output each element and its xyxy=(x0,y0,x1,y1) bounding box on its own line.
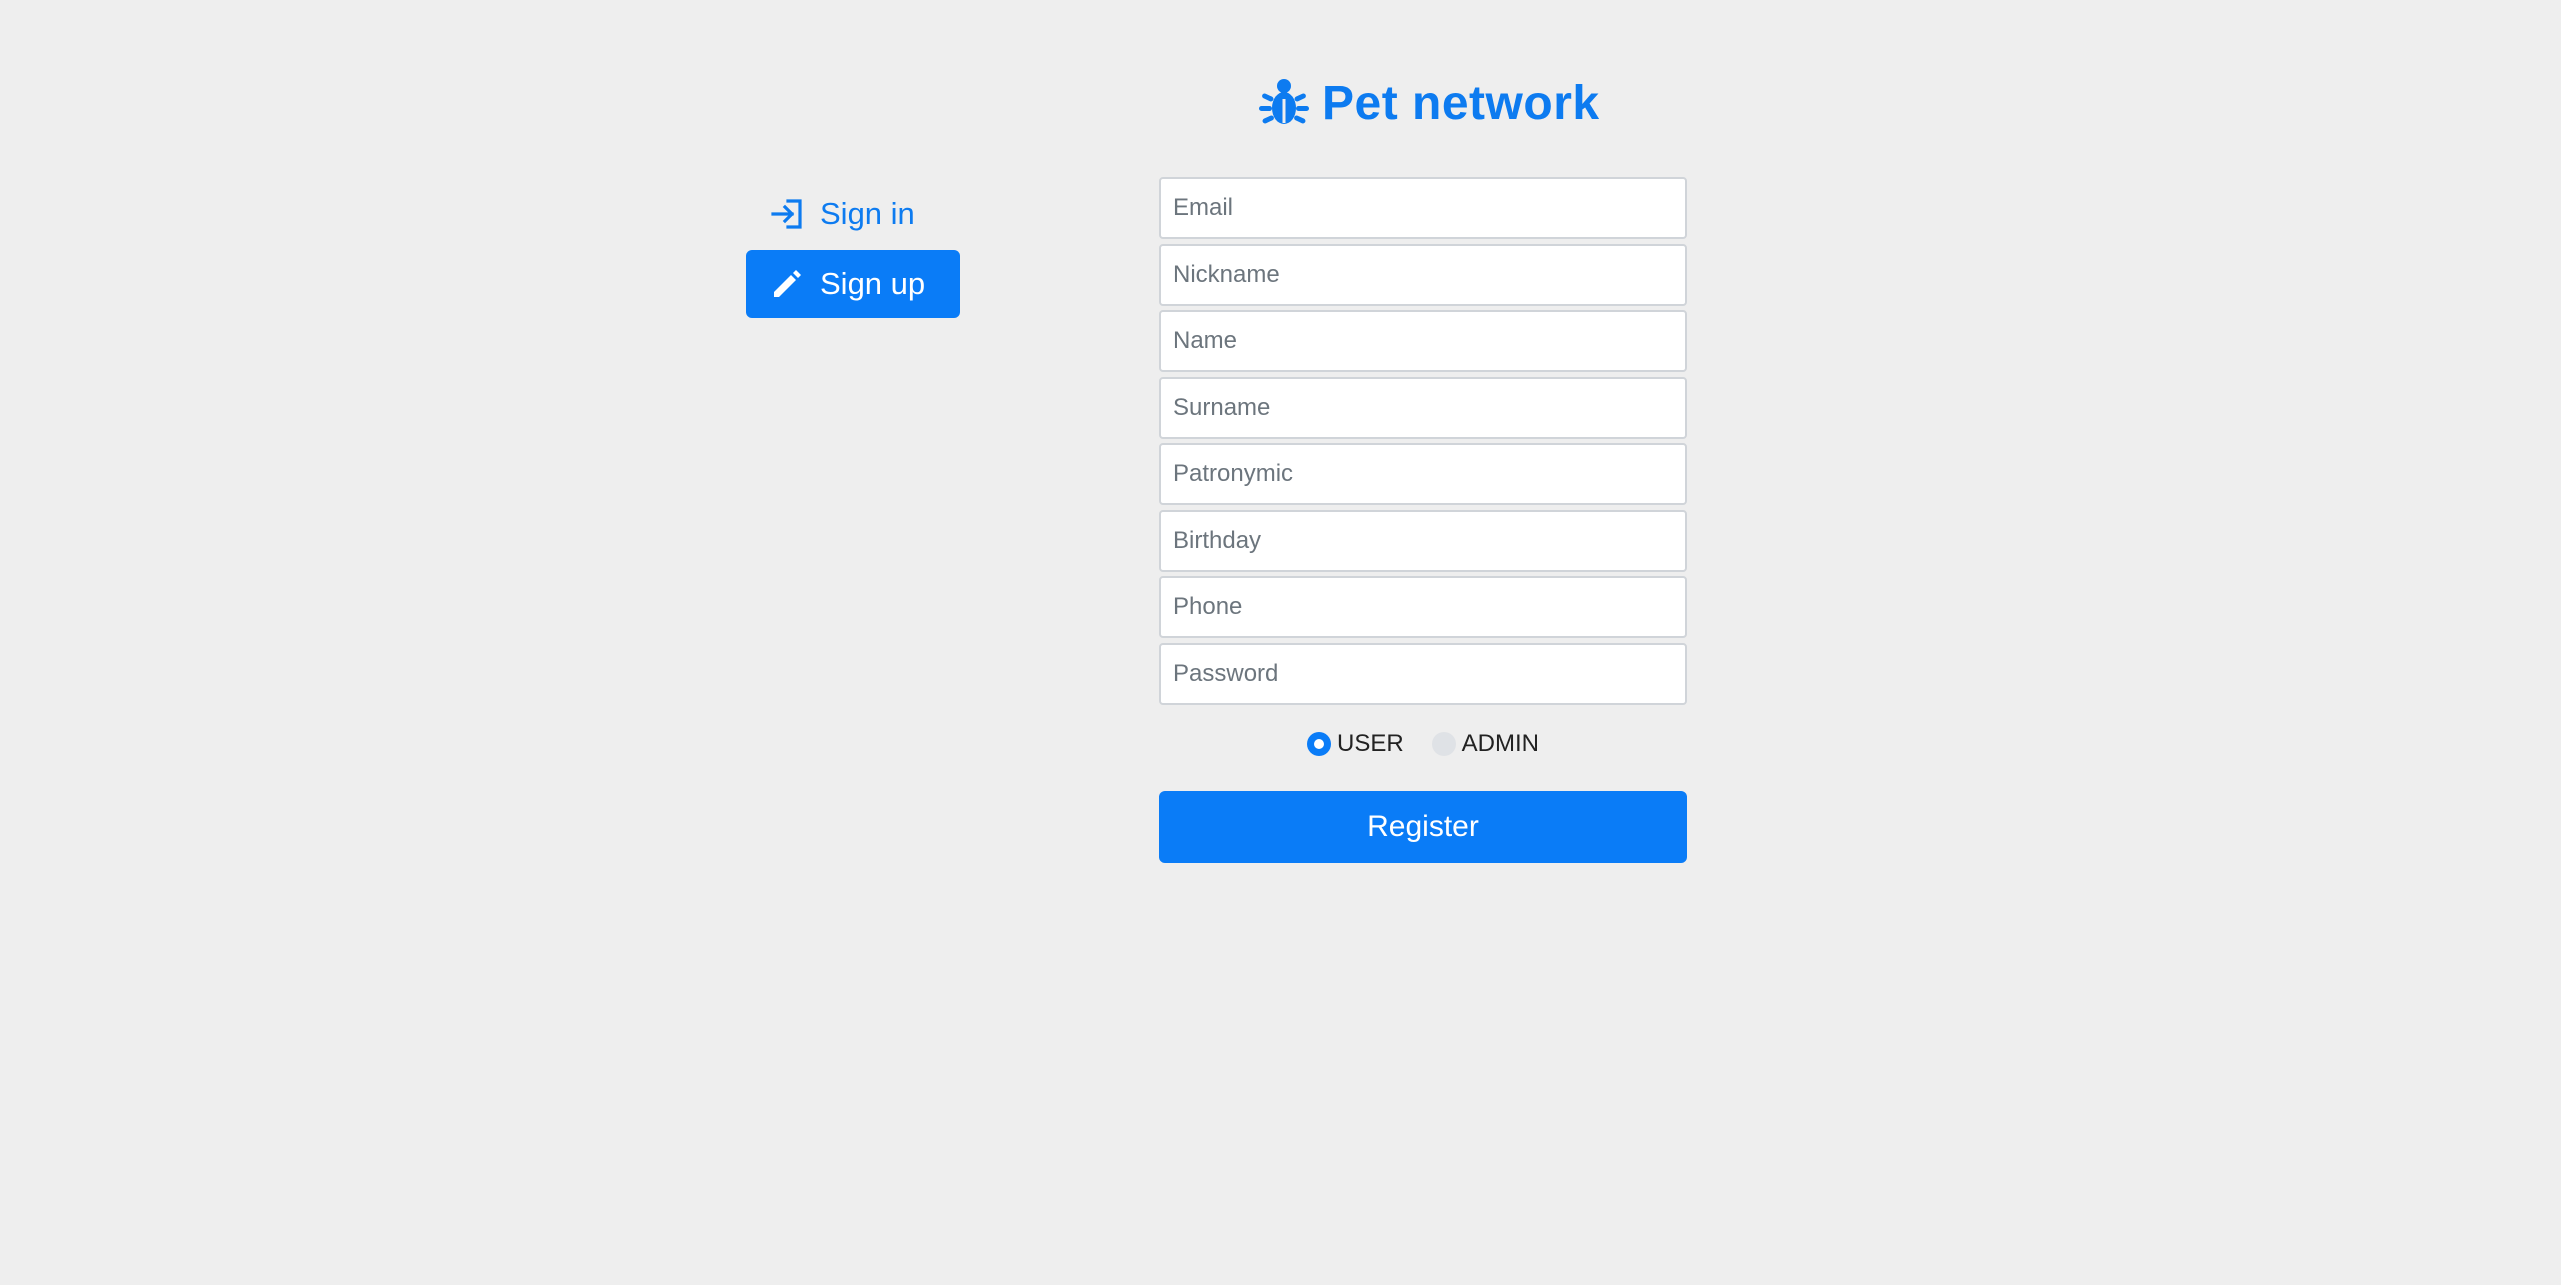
password-field[interactable] xyxy=(1159,642,1687,705)
role-user-radio[interactable] xyxy=(1306,731,1331,756)
sign-up-label: Sign up xyxy=(820,266,926,301)
signup-form: USER ADMIN Register xyxy=(1159,177,1687,863)
role-selector: USER ADMIN xyxy=(1159,729,1687,759)
name-field[interactable] xyxy=(1159,310,1687,372)
app-title: Pet network xyxy=(1322,76,1600,130)
sign-in-label: Sign in xyxy=(820,196,915,231)
surname-field[interactable] xyxy=(1159,376,1687,439)
role-user-label: USER xyxy=(1336,729,1404,757)
role-admin-label: ADMIN xyxy=(1461,729,1540,757)
nickname-field[interactable] xyxy=(1159,243,1687,306)
auth-nav: Sign in Sign up xyxy=(746,180,960,320)
role-admin-option[interactable]: ADMIN xyxy=(1431,729,1540,758)
page: Pet network Sign in Sign up Email Nickna… xyxy=(0,0,2561,1285)
sign-up-tab[interactable]: Sign up xyxy=(746,250,960,318)
email-field[interactable] xyxy=(1159,177,1687,239)
birthday-field[interactable] xyxy=(1159,509,1687,572)
register-button[interactable]: Register xyxy=(1159,790,1687,863)
patronymic-field[interactable] xyxy=(1159,443,1687,505)
role-admin-radio[interactable] xyxy=(1431,731,1456,756)
sign-in-tab[interactable]: Sign in xyxy=(746,180,960,248)
sign-in-icon xyxy=(771,199,802,229)
role-user-option[interactable]: USER xyxy=(1306,729,1404,758)
pencil-icon xyxy=(774,270,801,297)
bug-icon xyxy=(1259,79,1309,124)
app-brand: Pet network xyxy=(1258,68,1600,138)
phone-field[interactable] xyxy=(1159,576,1687,638)
